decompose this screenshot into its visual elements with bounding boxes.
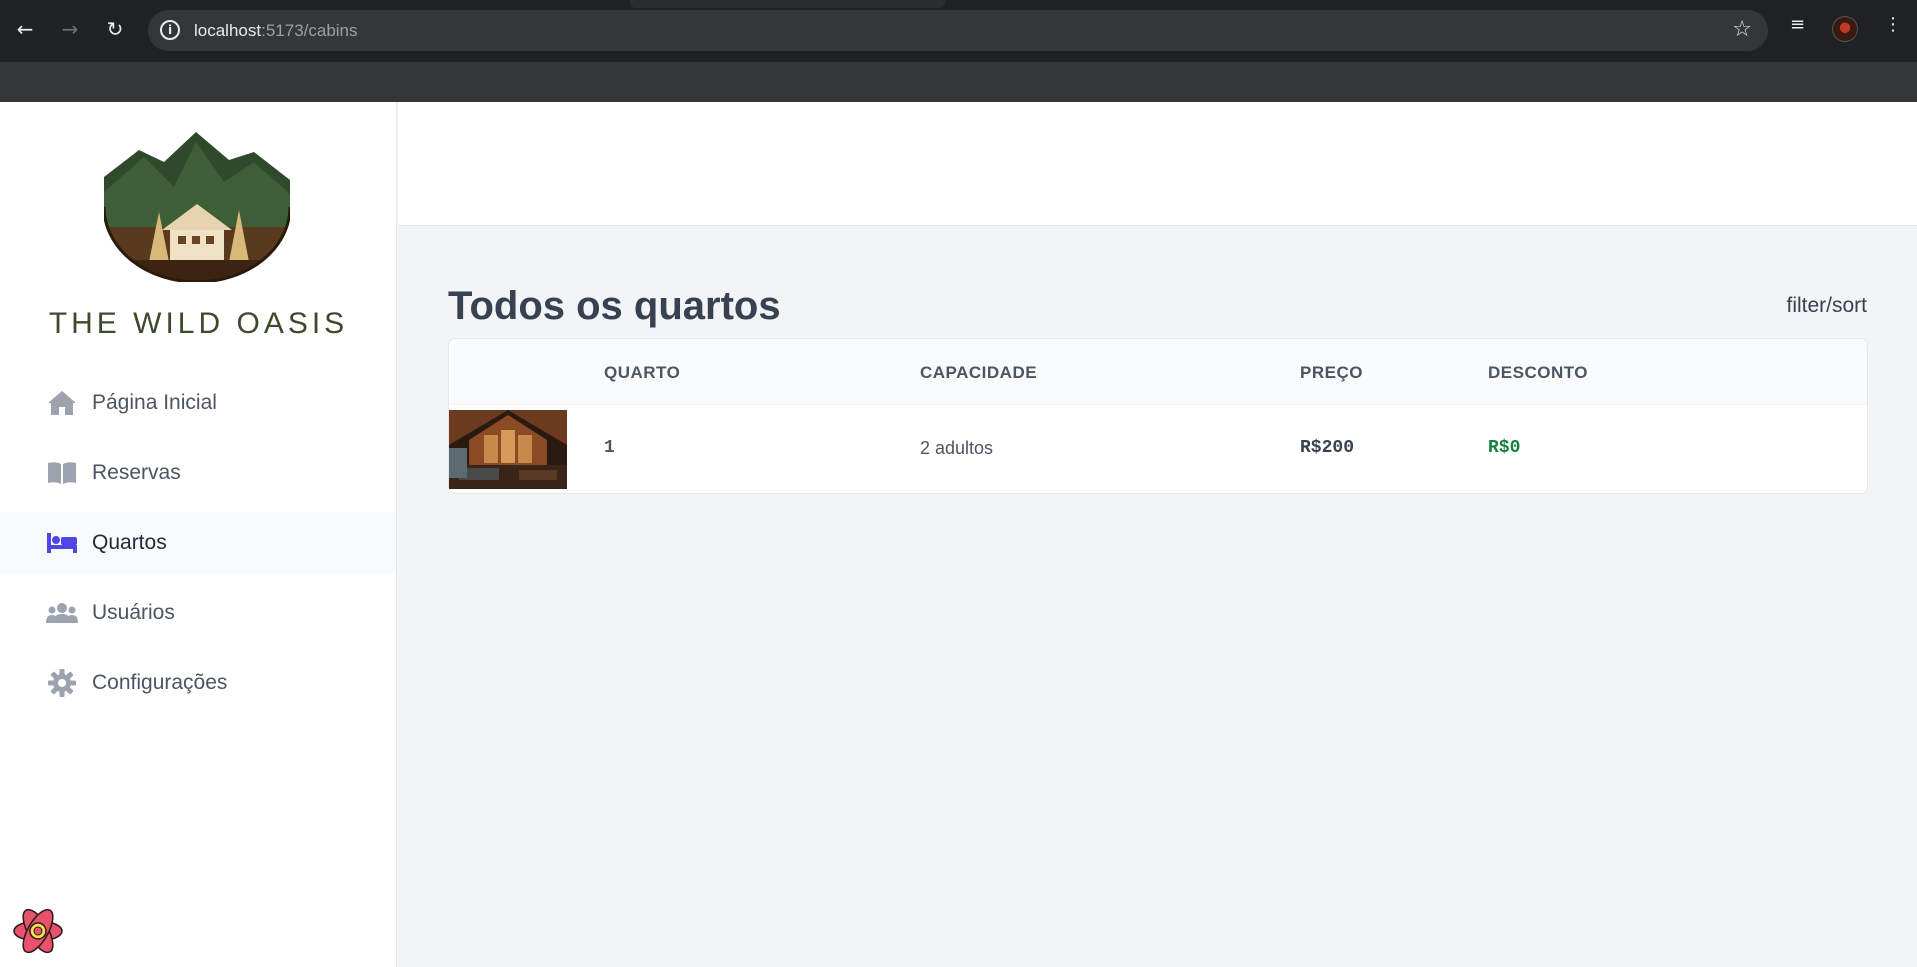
column-header-capacity: CAPACIDADE — [920, 363, 1038, 382]
sidebar-item-bookings[interactable]: Reservas — [0, 442, 396, 504]
cabin-image — [449, 410, 567, 489]
top-header — [398, 102, 1917, 226]
arrow-right-icon: → — [61, 17, 79, 41]
sidebar-item-label: Página Inicial — [92, 391, 217, 414]
column-header-discount: DESCONTO — [1488, 363, 1589, 382]
users-icon — [46, 599, 78, 627]
address-bar[interactable]: i localhost:5173/cabins ☆ — [148, 10, 1768, 51]
table-row[interactable]: 1 2 adultos R$200 R$0 — [449, 405, 1867, 493]
cabin-discount: R$0 — [1488, 438, 1521, 458]
table-header: QUARTO CAPACIDADE PREÇO DESCONTO — [449, 339, 1867, 405]
browser-toolbar: ← → ↻ i localhost:5173/cabins ☆ ≡ ⋮ — [0, 0, 1917, 62]
url-path: :5173/cabins — [261, 21, 358, 40]
arrow-left-icon: ← — [16, 17, 34, 41]
bed-icon — [46, 529, 78, 557]
app-root: THE WILD OASIS Página Inicial Reservas Q… — [0, 102, 1917, 967]
sidebar-item-label: Configurações — [92, 671, 228, 694]
sidebar: THE WILD OASIS Página Inicial Reservas Q… — [0, 102, 397, 967]
forward-button[interactable]: → — [55, 14, 85, 44]
home-icon — [46, 389, 78, 417]
sidebar-item-cabins[interactable]: Quartos — [0, 512, 396, 574]
reload-icon: ↻ — [106, 17, 124, 41]
gear-icon — [46, 669, 78, 697]
cabins-table: QUARTO CAPACIDADE PREÇO DESCONTO 1 2 adu… — [448, 338, 1868, 494]
cabin-name: 1 — [604, 438, 615, 458]
brand-name: THE WILD OASIS — [48, 307, 349, 340]
url-host: localhost — [194, 21, 262, 40]
wild-oasis-logo — [104, 132, 290, 282]
main-content: Todos os quartos filter/sort QUARTO CAPA… — [398, 226, 1917, 967]
cabin-price: R$200 — [1300, 438, 1355, 458]
column-header-cabin: QUARTO — [604, 363, 681, 382]
sidebar-item-home[interactable]: Página Inicial — [0, 372, 396, 434]
kebab-menu-icon[interactable]: ⋮ — [1884, 14, 1902, 35]
main-nav: Página Inicial Reservas Quartos Usuários — [0, 372, 396, 722]
active-tab-edge — [630, 0, 945, 8]
book-open-icon — [46, 459, 78, 487]
filter-sort: filter/sort — [1786, 294, 1867, 317]
bookmarks-bar — [0, 62, 1917, 148]
profile-avatar[interactable] — [1832, 16, 1858, 42]
reload-button[interactable]: ↻ — [100, 14, 130, 44]
sidebar-item-label: Reservas — [92, 461, 181, 484]
sidebar-item-settings[interactable]: Configurações — [0, 652, 396, 714]
sidebar-item-users[interactable]: Usuários — [0, 582, 396, 644]
page-title: Todos os quartos — [448, 284, 781, 328]
react-devtools-icon[interactable] — [12, 905, 64, 957]
back-button[interactable]: ← — [10, 14, 40, 44]
cabin-capacity: 2 adultos — [920, 438, 994, 458]
info-icon[interactable]: i — [160, 20, 180, 40]
sidebar-item-label: Quartos — [92, 531, 167, 554]
star-icon[interactable]: ☆ — [1732, 17, 1752, 42]
media-control-icon[interactable]: ≡ — [1790, 14, 1805, 35]
url-text[interactable]: localhost:5173/cabins — [194, 21, 358, 41]
column-header-price: PREÇO — [1300, 363, 1363, 382]
sidebar-item-label: Usuários — [92, 601, 175, 624]
